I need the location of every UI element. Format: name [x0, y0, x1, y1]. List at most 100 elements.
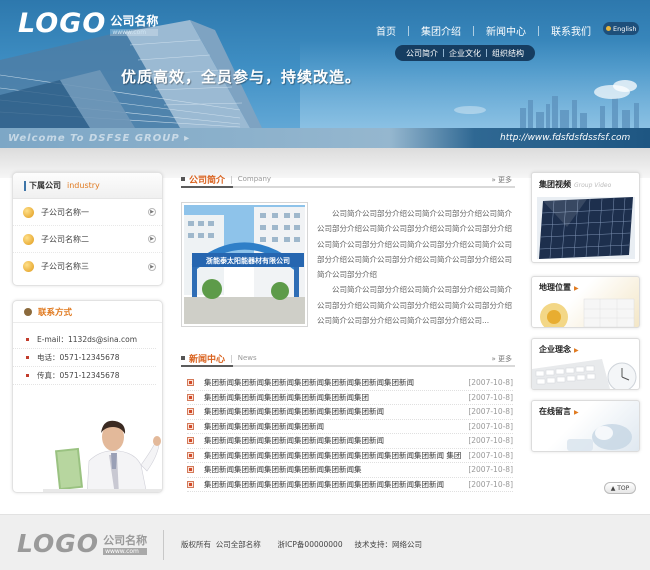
news-item-title: 集团新闻集团新闻集团新闻集团新闻集团新闻集团新闻: [204, 436, 384, 446]
footer-logo[interactable]: LOGO 公司名称 wwww.com: [17, 529, 148, 558]
news-item-date: [2007-10-8]: [468, 407, 513, 417]
news-item-title: 集团新闻集团新闻集团新闻集团新闻: [204, 421, 324, 431]
news-item[interactable]: 集团新闻集团新闻集团新闻集团新闻集团新闻集团新闻集团新闻集团新闻 集团 [2007…: [187, 449, 513, 463]
header-underline: [181, 186, 233, 188]
message-box[interactable]: 在线留言 ▶: [531, 400, 640, 452]
philosophy-title: 企业理念: [539, 345, 571, 354]
bullet-icon: [26, 338, 29, 341]
glass-globe-image: [567, 424, 632, 451]
news-item-title: 集团新闻集团新闻集团新闻集团新闻集团新闻集: [204, 465, 362, 475]
bullet-icon: [23, 261, 34, 272]
group-video-box[interactable]: 集团视频 Group Video: [531, 172, 640, 263]
news-item-date: [2007-10-8]: [468, 392, 513, 402]
subsidiaries-header: 下属公司 industry: [13, 173, 162, 199]
site-header: LOGO 公司名称 wwww.com 首页 集团介绍 新闻中心 联系我们 Eng…: [0, 0, 650, 150]
news-item-date: [2007-10-8]: [468, 436, 513, 446]
keyboard-clock-image: [532, 359, 637, 389]
news-item[interactable]: 集团新闻集团新闻集团新闻集团新闻 [2007-10-8]: [187, 420, 513, 434]
news-item[interactable]: 集团新闻集团新闻集团新闻集团新闻集团新闻集团 [2007-10-8]: [187, 391, 513, 405]
main-nav: 首页 集团介绍 新闻中心 联系我们: [364, 23, 603, 38]
contact-email-text: E-mail：1132ds@sina.com: [37, 335, 138, 344]
top-label: TOP: [617, 484, 630, 492]
news-more-label: 更多: [498, 355, 512, 363]
bullet-icon: [26, 356, 29, 359]
top-arrow-icon: ▲: [610, 484, 616, 492]
news-item[interactable]: 集团新闻集团新闻集团新闻集团新闻集团新闻集团新闻 [2007-10-8]: [187, 405, 513, 420]
subsidiaries-title: 下属公司: [29, 181, 61, 190]
arrow-right-icon: ▶: [574, 347, 579, 354]
bullet-icon: [23, 206, 34, 218]
back-to-top-button[interactable]: ▲ TOP: [604, 482, 636, 494]
news-item-date: [2007-10-8]: [468, 421, 513, 431]
news-item-title: 集团新闻集团新闻集团新闻集团新闻集团新闻集团新闻集团新闻集团新闻: [204, 479, 444, 489]
subsidiary-item[interactable]: 子公司名称二 ▶: [13, 226, 162, 253]
news-title-en: News: [237, 354, 257, 362]
news-item[interactable]: 集团新闻集团新闻集团新闻集团新闻集团新闻集团新闻集团新闻集团新闻 [2007-10…: [187, 478, 513, 492]
intro-paragraph: 公司简介公司部分介绍公司简介公司部分介绍公司简介公司部分介绍公司简介公司部分介绍…: [317, 209, 512, 280]
contact-fax-text: 传真：0571-12345678: [37, 371, 120, 380]
subsidiary-label: 子公司名称三: [41, 262, 89, 271]
contact-phone: 电话：0571-12345678: [13, 349, 156, 367]
subsidiaries-title-en: industry: [67, 181, 100, 190]
contact-phone-text: 电话：0571-12345678: [37, 353, 120, 362]
news-item[interactable]: 集团新闻集团新闻集团新闻集团新闻集团新闻集团新闻集团新闻 [2007-10-8]: [187, 376, 513, 391]
nav-news-center[interactable]: 新闻中心: [474, 23, 538, 38]
contact-fax: 传真：0571-12345678: [13, 367, 156, 385]
philosophy-box[interactable]: 企业理念 ▶: [531, 338, 640, 390]
header-logo[interactable]: LOGO 公司名称 wwww.com: [18, 8, 159, 39]
intro-title-en: Company: [237, 175, 272, 183]
news-bullet-icon: [187, 437, 194, 445]
news-item[interactable]: 集团新闻集团新闻集团新闻集团新闻集团新闻集团新闻 [2007-10-8]: [187, 434, 513, 449]
subsidiary-item[interactable]: 子公司名称三 ▶: [13, 253, 162, 280]
contact-header: 联系方式: [13, 301, 162, 323]
subnav-company-profile[interactable]: 公司简介: [401, 48, 443, 59]
location-box[interactable]: 地理位置 ▶: [531, 276, 640, 328]
nav-group-intro[interactable]: 集团介绍: [409, 23, 473, 38]
news-more-link[interactable]: » 更多: [491, 354, 512, 364]
footer-company-name: 公司名称: [103, 534, 148, 547]
arrow-right-icon: ▶: [148, 262, 156, 271]
news-bullet-icon: [187, 408, 194, 416]
news-item-title: 集团新闻集团新闻集团新闻集团新闻集团新闻集团新闻集团新闻集团新闻 集团: [204, 450, 462, 460]
company-photo: 浙能泰太阳能器材有限公司: [181, 202, 308, 327]
company-name: 公司名称: [110, 13, 159, 28]
news-item[interactable]: 集团新闻集团新闻集团新闻集团新闻集团新闻集 [2007-10-8]: [187, 463, 513, 478]
intro-title: 公司简介: [189, 175, 226, 186]
gate-sign-text: 浙能泰太阳能器材有限公司: [206, 256, 290, 265]
video-title: 集团视频: [539, 180, 571, 189]
bullet-icon: [26, 374, 29, 377]
contact-panel: 联系方式 E-mail：1132ds@sina.com 电话：0571-1234…: [12, 300, 163, 493]
welcome-text: Welcome To DSFSE GROUP ▸: [8, 133, 191, 144]
site-url[interactable]: http://www.fdsfdsfdssfsf.com: [500, 133, 630, 143]
subnav-structure[interactable]: 组织结构: [487, 48, 529, 59]
copyright-text: 版权所有 公司全部名称 浙ICP备00000000 技术支持：网络公司: [181, 540, 423, 549]
subsidiary-label: 子公司名称二: [41, 234, 89, 244]
news-bullet-icon: [187, 422, 194, 430]
subsidiary-item[interactable]: 子公司名称一 ▶: [13, 199, 162, 226]
nav-contact[interactable]: 联系我们: [539, 23, 603, 38]
square-bullet-icon: [181, 356, 185, 360]
logo-wordmark: LOGO: [18, 8, 107, 39]
square-bullet-icon: [181, 177, 185, 181]
intro-text: 公司简介公司部分介绍公司简介公司部分介绍公司简介公司部分介绍公司简介公司部分介绍…: [317, 206, 514, 328]
news-bullet-icon: [187, 466, 194, 474]
news-item-title: 集团新闻集团新闻集团新闻集团新闻集团新闻集团: [204, 392, 369, 402]
subsidiaries-panel: 下属公司 industry 子公司名称一 ▶ 子公司名称二 ▶ 子公司名称三 ▶: [12, 172, 163, 286]
subnav-culture[interactable]: 企业文化: [444, 48, 486, 59]
contact-email: E-mail：1132ds@sina.com: [13, 331, 156, 349]
nav-home[interactable]: 首页: [364, 23, 408, 38]
video-title-en: Group Video: [574, 182, 612, 189]
footer-logo-url: wwww.com: [103, 548, 148, 555]
news-list: 集团新闻集团新闻集团新闻集团新闻集团新闻集团新闻集团新闻 [2007-10-8] …: [187, 376, 513, 492]
sub-nav: 公司简介 企业文化 组织结构: [395, 45, 535, 61]
news-bullet-icon: [187, 379, 194, 387]
news-item-date: [2007-10-8]: [468, 479, 513, 489]
news-bullet-icon: [187, 451, 194, 459]
intro-more-link[interactable]: » 更多: [491, 175, 512, 185]
english-language-button[interactable]: English: [603, 22, 640, 35]
solar-panel-image: [537, 197, 635, 259]
news-title: 新闻中心: [189, 354, 226, 365]
site-footer: LOGO 公司名称 wwww.com 版权所有 公司全部名称 浙ICP备0000…: [0, 514, 650, 570]
message-title: 在线留言: [539, 407, 571, 416]
intro-more-label: 更多: [498, 176, 512, 184]
